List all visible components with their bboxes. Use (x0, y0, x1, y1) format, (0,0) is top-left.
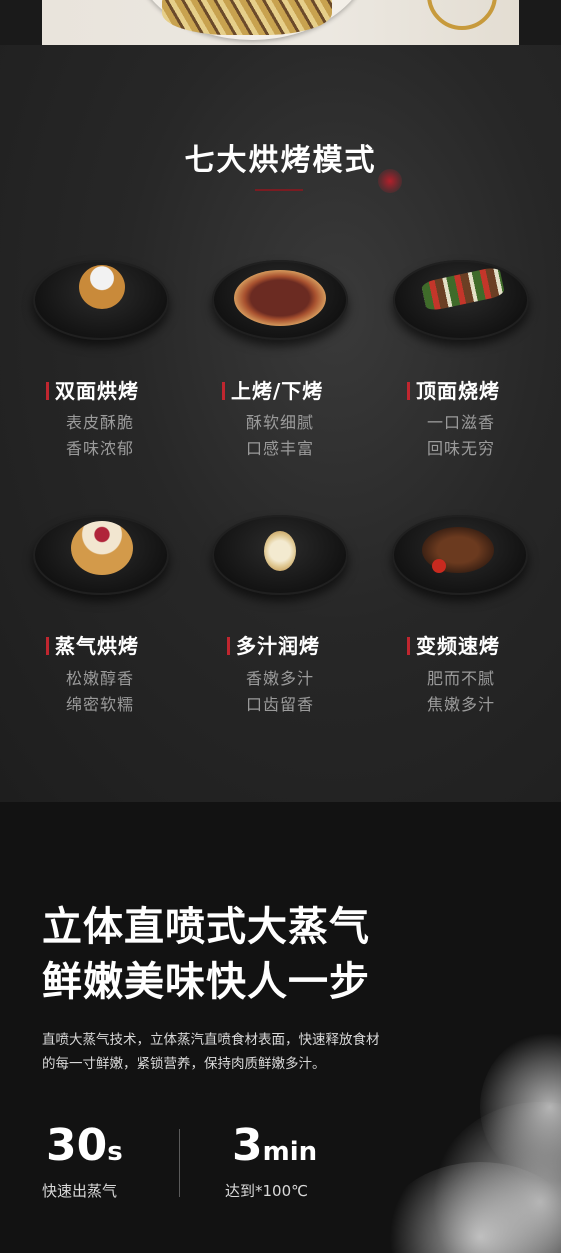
mode-desc-top-bottom: 酥软细腻 口感丰富 (245, 413, 314, 458)
stat-divider (179, 1129, 180, 1197)
dish-image-puff (33, 260, 169, 340)
dish-image-lamb-chops (392, 515, 528, 595)
mode-desc-inverter-fast: 肥而不腻 焦嫩多汁 (426, 669, 495, 714)
dish-image-fish (212, 515, 348, 595)
mode-desc-juicy-roast: 香嫩多汁 口齿留香 (245, 669, 314, 714)
mode-name-double-side: 双面烘烤 (46, 375, 139, 404)
food-photo-banner (42, 0, 519, 45)
stat-steam-time-label: 快速出蒸气 (42, 1182, 118, 1200)
stat-heat-time: 3min (232, 1120, 318, 1171)
steam-feature-section: 立体直喷式大蒸气 鲜嫩美味快人一步 直喷大蒸气技术，立体蒸汽直喷食材表面，快速释… (0, 802, 561, 1253)
mode-desc-steam-bake: 松嫩醇香 绵密软糯 (65, 669, 134, 714)
dish-image-cake (33, 515, 169, 595)
steam-title-line1: 立体直喷式大蒸气 (42, 904, 370, 950)
title-underline (255, 189, 303, 191)
steam-description: 直喷大蒸气技术，立体蒸汽直喷食材表面，快速释放食材 的每一寸鲜嫩，紧锁营养，保持… (42, 1032, 380, 1072)
mode-name-inverter-fast: 变频速烤 (407, 630, 500, 659)
dish-image-skewers (393, 260, 529, 340)
section-title: 七大烘烤模式 (184, 143, 377, 178)
mode-name-top-grill: 顶面烧烤 (407, 375, 500, 404)
mode-desc-double-side: 表皮酥脆 香味浓郁 (65, 413, 134, 458)
mode-name-juicy-roast: 多汁润烤 (227, 630, 320, 659)
mode-name-steam-bake: 蒸气烘烤 (46, 630, 139, 659)
dish-image-pizza (212, 260, 348, 340)
baking-modes-section: 七大烘烤模式 双面烘烤 表皮酥脆 香味浓郁 上烤/下烤 酥软细腻 口感丰富 顶面烧烤… (0, 45, 561, 802)
stat-steam-time: 30s (46, 1120, 123, 1171)
mode-desc-top-grill: 一口滋香 回味无穷 (426, 413, 495, 458)
steam-title-line2: 鲜嫩美味快人一步 (42, 959, 370, 1005)
mode-name-top-bottom: 上烤/下烤 (222, 375, 323, 404)
stat-heat-time-label: 达到*100℃ (225, 1182, 308, 1200)
